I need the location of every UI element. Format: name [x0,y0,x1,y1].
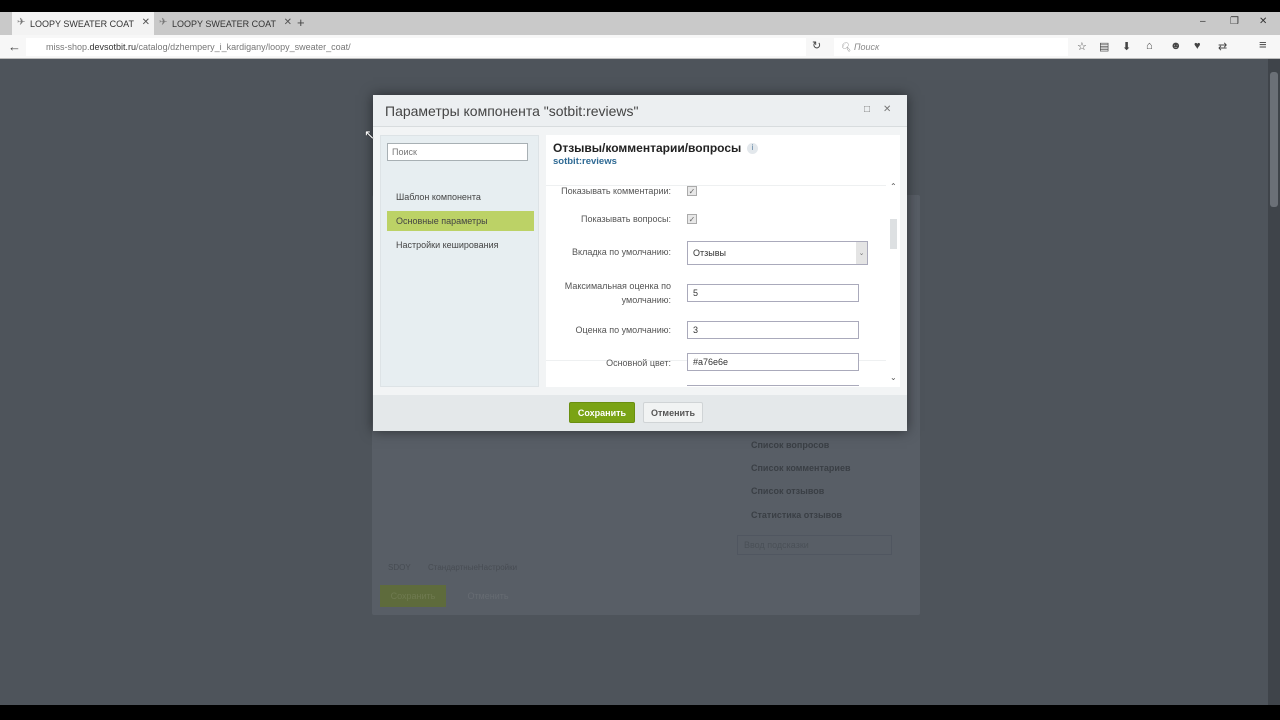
bg-footer-left: SDOY [388,563,411,572]
default-tab-label: Вкладка по умолчанию: [572,247,671,257]
back-icon[interactable]: ← [8,39,21,54]
dialog-header[interactable]: Параметры компонента "sotbit:reviews" □ … [373,95,907,127]
default-tab-value: Отзывы [693,248,726,258]
main-color-input[interactable]: #a76e6e [687,353,859,371]
sidebar-item-main-params[interactable]: Основные параметры [387,211,534,231]
show-questions-label: Показывать вопросы: [581,214,671,224]
params-content: Отзывы/комментарии/вопросы i sotbit:revi… [546,135,900,387]
dialog-title: Параметры компонента "sotbit:reviews" [385,103,639,119]
bg-cancel-button: Отменить [467,591,509,601]
home-icon[interactable]: ⌂ [1146,40,1153,52]
sidebar-item-label: Шаблон компонента [396,192,481,202]
component-params-dialog: Параметры компонента "sotbit:reviews" □ … [373,95,907,431]
mouse-cursor-icon: ↖ [364,127,375,142]
sidebar-item-template[interactable]: Шаблон компонента [387,187,534,207]
main-color-label: Основной цвет: [606,358,671,368]
save-button[interactable]: Сохранить [569,402,635,423]
show-comments-label: Показывать комментарии: [561,186,671,196]
search-placeholder: Поиск [853,42,880,52]
sidebar-item-label: Основные параметры [396,216,488,226]
sidebar-search-input[interactable]: Поиск [387,143,528,161]
cancel-button[interactable]: Отменить [643,402,703,423]
scrollbar-thumb[interactable] [890,219,897,249]
pocket-icon[interactable]: ♥ [1194,40,1201,52]
component-heading: Отзывы/комментарии/вопросы [553,141,742,155]
reading-list-icon[interactable]: ▤ [1099,40,1109,53]
bg-list-item: Список отзывов [751,486,825,496]
tab-bar: ✈ LOOPY SWEATER COAT ✕ ✈ LOOPY SWEATER COAT… [0,12,1280,35]
max-rating-label: Максимальная оценка по [564,281,671,291]
dialog-footer: Сохранить Отменить [373,395,907,431]
show-comments-checkbox[interactable]: ✓ [687,186,697,196]
smiley-icon[interactable]: ☻ [1170,40,1182,52]
restore-icon[interactable]: ❐ [1230,16,1239,27]
max-rating-value: 5 [693,288,699,298]
next-input-edge [687,385,859,386]
tab-title: LOOPY SWEATER COAT [30,18,135,29]
new-tab-button[interactable]: + [297,15,305,30]
tab-1[interactable]: ✈ LOOPY SWEATER COAT ✕ [12,12,154,35]
close-icon[interactable]: ✕ [883,104,891,115]
scroll-down-icon[interactable]: ⌄ [890,373,897,382]
scroll-up-icon[interactable]: ⌃ [890,182,897,191]
page-scrollbar-thumb[interactable] [1270,72,1278,207]
info-icon[interactable]: i [747,143,758,154]
content-scrollbar[interactable]: ⌃ ⌄ [889,182,898,385]
component-id: sotbit:reviews [553,156,617,167]
bg-save-button: Сохранить [380,585,446,607]
download-icon[interactable]: ⬇ [1122,40,1131,53]
close-tab-icon[interactable]: ✕ [142,17,150,28]
search-input[interactable]: 🔍︎ Поиск [834,38,1068,56]
sidebar-item-label: Настройки кеширования [396,240,499,250]
search-placeholder: Поиск [392,147,417,157]
close-window-icon[interactable]: ✕ [1259,16,1267,27]
bg-search: Ввод подсказки [737,535,892,555]
minimize-icon[interactable]: – [1200,16,1206,27]
max-rating-label-2: умолчанию: [621,295,671,305]
reload-icon[interactable]: ↻ [812,39,821,52]
bg-list-item: Список комментариев [751,463,851,473]
default-rating-input[interactable]: 3 [687,321,859,339]
sidebar-item-caching[interactable]: Настройки кеширования [387,235,534,255]
url-input[interactable]: miss-shop.devsotbit.ru/catalog/dzhempery… [26,38,806,56]
main-color-value: #a76e6e [693,357,729,367]
default-rating-label: Оценка по умолчанию: [575,325,671,335]
url-path: /catalog/dzhempery_i_kardigany/loopy_swe… [136,42,351,52]
default-tab-select[interactable]: Отзывы ⌄ [687,241,868,265]
default-rating-value: 3 [693,325,699,335]
favicon-icon: ✈ [159,17,168,28]
bg-list-item: Статистика отзывов [751,510,843,520]
url-domain: devsotbit.ru [89,42,137,52]
chevron-down-icon: ⌄ [856,242,867,264]
nav-bar: ← miss-shop.devsotbit.ru/catalog/dzhempe… [0,35,1280,59]
favicon-icon: ✈ [17,17,26,28]
sync-icon[interactable]: ⇄ [1218,40,1227,53]
tab-2[interactable]: ✈ LOOPY SWEATER COAT ✕ [154,12,296,35]
bookmark-star-icon[interactable]: ☆ [1077,40,1087,53]
tab-title: LOOPY SWEATER COAT [172,18,277,29]
bg-list-item: Список вопросов [751,440,830,450]
sidebar: Поиск Шаблон компонента Основные парамет… [380,135,539,387]
close-tab-icon[interactable]: ✕ [284,17,292,28]
bg-search-placeholder: Ввод подсказки [744,540,809,550]
max-rating-input[interactable]: 5 [687,284,859,302]
menu-icon[interactable]: ≡ [1259,37,1267,52]
maximize-icon[interactable]: □ [864,104,870,115]
show-questions-checkbox[interactable]: ✓ [687,214,697,224]
url-prefix: miss-shop. [46,42,90,52]
bg-footer-text: СтандартныеНастройки [428,563,518,572]
